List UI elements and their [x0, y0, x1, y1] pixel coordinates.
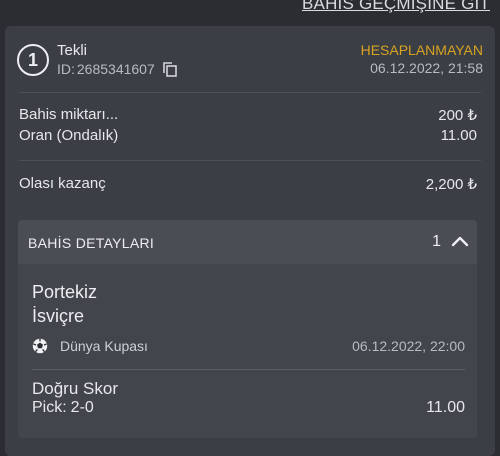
- selection-odds: 11.00: [426, 399, 465, 416]
- status-badge: HESAPLANMAYAN: [360, 42, 483, 58]
- pick-value: 2-0: [70, 399, 94, 416]
- pick-row: Pick: 2-0: [32, 399, 94, 417]
- copy-icon[interactable]: [162, 61, 177, 77]
- football-icon: [32, 338, 48, 354]
- bet-id-row: ID: 2685341607: [57, 61, 177, 77]
- away-team: İsviçre: [32, 306, 85, 326]
- bet-details-header[interactable]: BAHİS DETAYLARI 1: [18, 220, 477, 264]
- market-name: Doğru Skor: [32, 379, 118, 398]
- home-team: Portekiz: [32, 282, 98, 302]
- bet-type: Tekli: [57, 42, 88, 59]
- bet-id-value: 2685341607: [76, 61, 155, 77]
- odds-value: 11.00: [440, 127, 477, 144]
- stake-row: Bahis miktarı... 200 ₺: [19, 106, 477, 124]
- stake-value: 200 ₺: [438, 107, 477, 124]
- divider: [19, 92, 481, 93]
- bet-card: 1 Tekli ID: 2685341607 HESAPLANMAYAN 06.…: [5, 26, 495, 456]
- potential-win-row: Olası kazanç 2,200 ₺: [19, 175, 477, 193]
- divider: [32, 369, 465, 370]
- bet-details-panel: BAHİS DETAYLARI 1 Portekiz İsviçre Dünya…: [18, 220, 477, 438]
- potential-win-label: Olası kazanç: [19, 175, 106, 192]
- chevron-up-icon[interactable]: [451, 234, 469, 248]
- bet-details-title: BAHİS DETAYLARI: [28, 235, 155, 251]
- bet-history-link[interactable]: BAHİS GEÇMİŞİNE GİT: [302, 0, 490, 14]
- divider: [19, 160, 481, 161]
- stake-label: Bahis miktarı...: [19, 106, 119, 123]
- pick-label: Pick:: [32, 399, 67, 416]
- league-name: Dünya Kupası: [60, 338, 148, 354]
- potential-win-value: 2,200 ₺: [425, 176, 477, 193]
- bet-details-count: 1: [432, 233, 441, 250]
- match-datetime: 06.12.2022, 22:00: [352, 338, 465, 354]
- odds-row: Oran (Ondalık) 11.00: [19, 127, 477, 144]
- bet-datetime: 06.12.2022, 21:58: [370, 60, 483, 76]
- bet-id-label: ID:: [57, 61, 75, 77]
- selection-item: Portekiz İsviçre Dünya Kupası 06.12.2022…: [18, 264, 477, 438]
- league-row: Dünya Kupası: [32, 338, 148, 354]
- odds-label: Oran (Ondalık): [19, 127, 119, 144]
- bet-number-badge: 1: [17, 44, 49, 76]
- bet-header: 1 Tekli ID: 2685341607 HESAPLANMAYAN 06.…: [17, 42, 483, 82]
